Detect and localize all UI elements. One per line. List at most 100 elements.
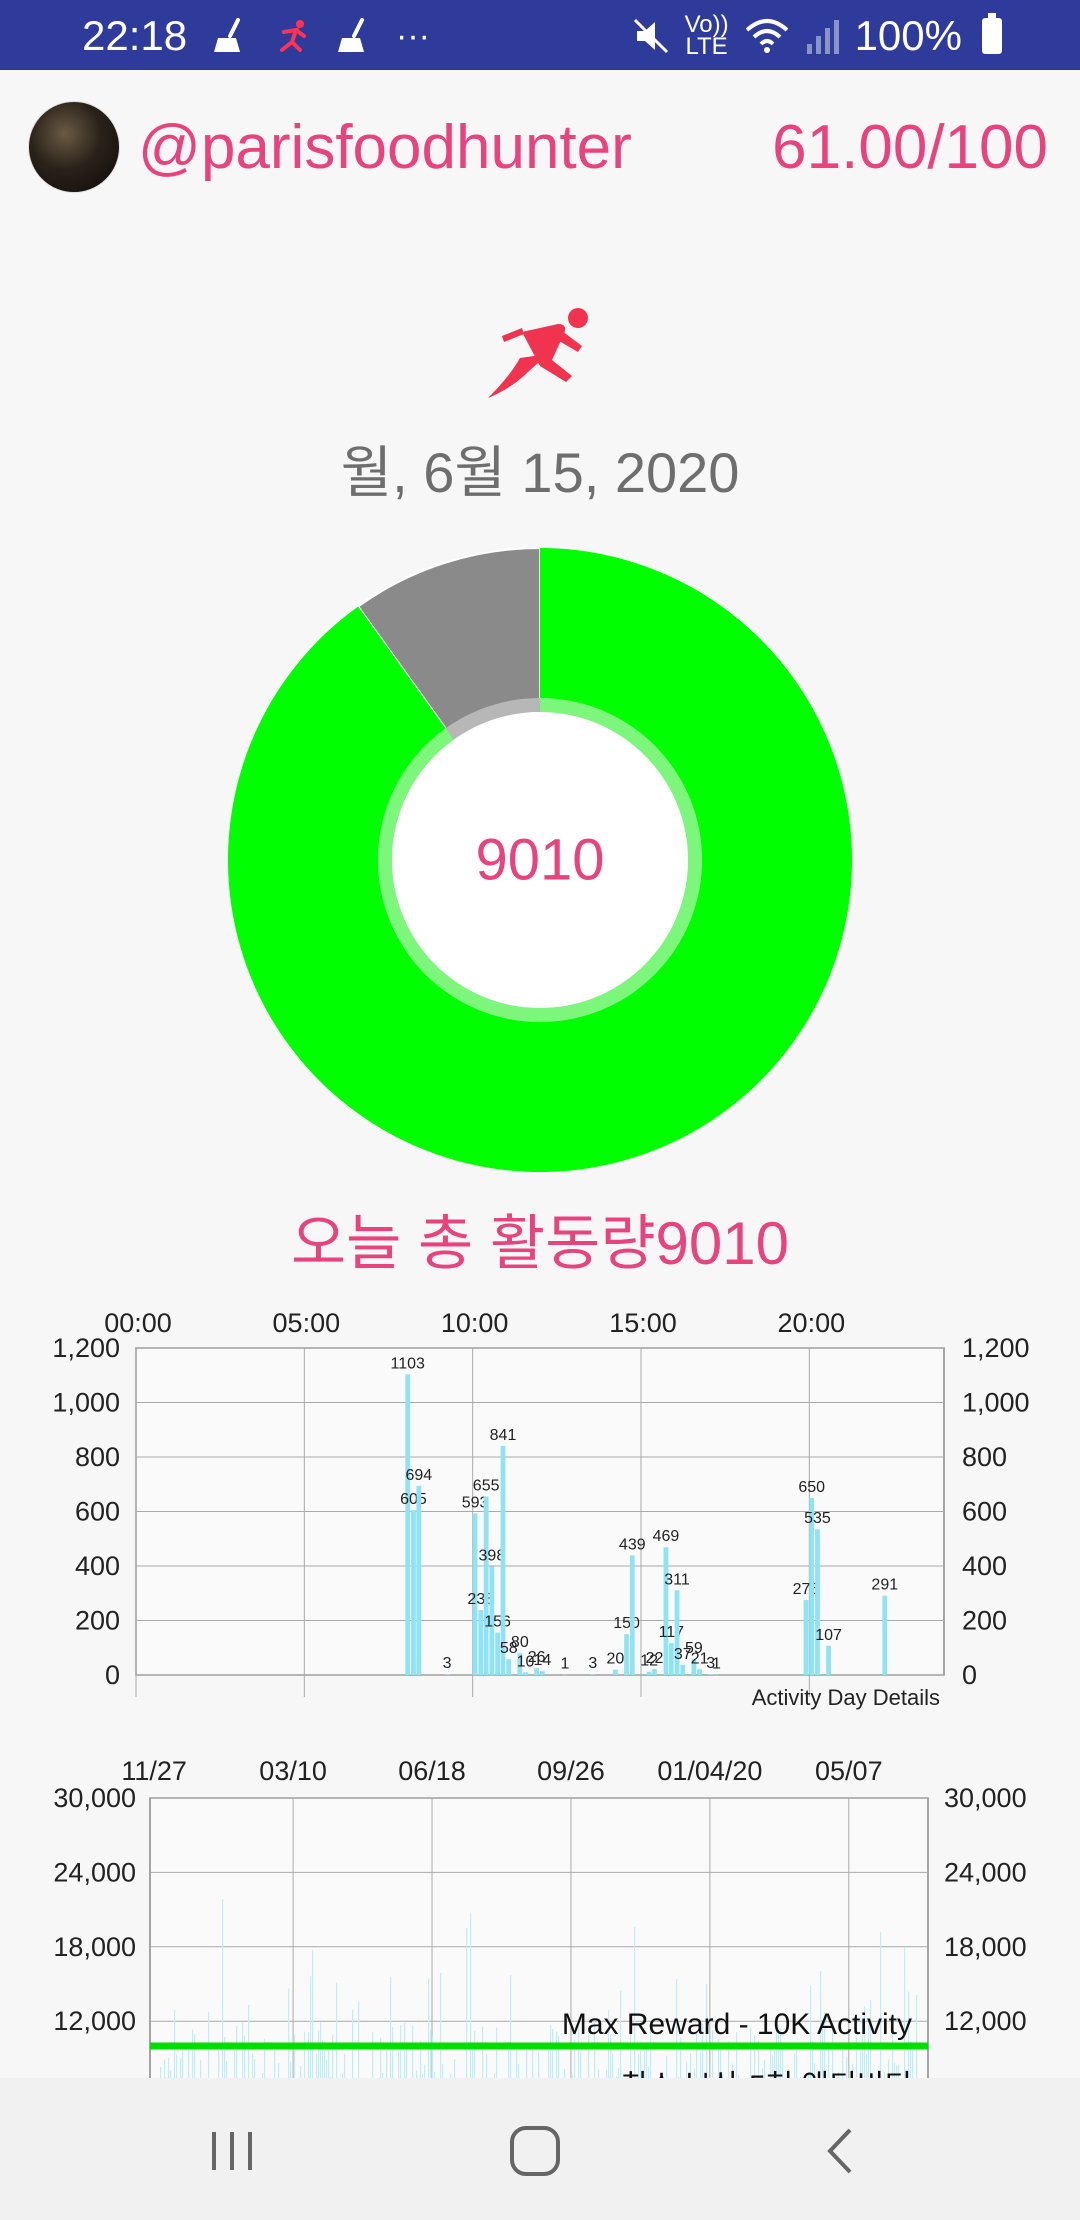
history-chart-bar: [236, 2026, 238, 2080]
history-chart-bar: [310, 1976, 312, 2080]
day-chart-title: Activity Day Details: [752, 1685, 940, 1710]
day-chart-y-tick-right: 200: [962, 1606, 1007, 1636]
history-chart-bar: [516, 2045, 518, 2080]
broom-icon: [214, 18, 240, 52]
history-chart-y-tick-left: 12,000: [53, 2006, 136, 2036]
history-chart-bar: [234, 2050, 236, 2080]
history-chart-bar: [168, 2057, 170, 2080]
recent-apps-button[interactable]: [208, 2128, 258, 2174]
history-chart-bar: [532, 2048, 534, 2080]
history-chart-bar: [880, 1931, 882, 2080]
history-chart-y-tick-right: 30,000: [944, 1783, 1027, 1813]
day-chart-y-tick-right: 1,200: [962, 1333, 1030, 1363]
runner-small-icon: [280, 20, 306, 52]
history-chart-bar: [192, 2029, 194, 2080]
day-chart-bar-label: 311: [664, 1571, 690, 1588]
day-chart-bar: [562, 1674, 568, 1676]
day-chart-bar: [483, 1496, 489, 1675]
volte-indicator: Vo)) LTE: [684, 11, 729, 60]
home-button[interactable]: [508, 2124, 562, 2178]
history-chart-bar: [326, 2060, 328, 2080]
history-chart-bar: [406, 2044, 408, 2080]
day-chart-bar-label: 117: [659, 1624, 685, 1641]
username: @parisfoodhunter: [138, 113, 632, 182]
day-chart-bar-label: 1: [712, 1656, 721, 1673]
history-chart-bar: [548, 2047, 550, 2080]
history-chart-bar: [200, 2059, 202, 2080]
day-chart-bar-label: 1: [560, 1656, 569, 1673]
day-chart-bar: [478, 1610, 484, 1675]
day-chart-y-tick-left: 0: [105, 1660, 120, 1690]
day-chart-bar: [697, 1669, 702, 1675]
day-chart-bar-label: 156: [484, 1613, 511, 1630]
battery-icon: [982, 13, 1002, 54]
avatar[interactable]: [28, 101, 120, 193]
runner-icon: [488, 308, 588, 398]
day-chart-y-tick-right: 400: [962, 1551, 1007, 1581]
history-chart-bar: [496, 2027, 498, 2080]
history-chart-bar: [312, 1949, 314, 2080]
day-chart-bar: [882, 1595, 888, 1675]
day-chart-y-tick-left: 200: [75, 1606, 120, 1636]
day-chart-x-tick: 05:00: [273, 1308, 341, 1338]
day-chart-bar: [416, 1485, 422, 1675]
history-chart-bar: [474, 2030, 476, 2080]
day-chart-bar: [411, 1510, 416, 1675]
history-chart-x-tick: 06/18: [398, 1756, 466, 1786]
history-chart-bar: [332, 2034, 334, 2080]
day-chart-bar-label: 605: [400, 1491, 427, 1508]
day-chart-bar-label: 3: [588, 1655, 597, 1672]
day-chart-bar-label: 439: [619, 1536, 646, 1553]
battery-percent: 100%: [854, 12, 962, 59]
day-chart-bar-label: 80: [511, 1634, 529, 1651]
day-chart-bar-label: 469: [653, 1528, 680, 1545]
history-chart-y-tick-left: 24,000: [53, 1857, 136, 1887]
day-chart-y-tick-right: 0: [962, 1660, 977, 1690]
history-chart-bar: [254, 2059, 256, 2080]
history-chart-bar: [510, 1975, 512, 2080]
history-chart-bar: [526, 2045, 528, 2080]
score: 61.00/100: [772, 113, 1048, 182]
status-time: 22:18: [82, 12, 188, 59]
day-chart-bar: [629, 1555, 635, 1675]
day-chart-bar: [523, 1672, 528, 1675]
history-chart-bar: [194, 2034, 196, 2080]
more-notifications-icon: ···: [396, 16, 430, 55]
history-chart-bar: [634, 1927, 636, 2080]
history-chart-bar: [400, 2025, 402, 2080]
history-chart-bar: [274, 2044, 276, 2080]
history-chart-x-tick: 01/04/20: [657, 1756, 762, 1786]
day-chart-bar: [663, 1547, 669, 1675]
activity-history-chart: 6,0006,00012,00012,00018,00018,00024,000…: [53, 1756, 1027, 2080]
day-chart-bar: [444, 1674, 450, 1675]
donut-center-value: 9010: [475, 828, 604, 893]
day-chart-bar-label: 694: [405, 1467, 432, 1484]
day-chart-bar-label: 14: [533, 1652, 551, 1669]
day-chart-bar-label: 650: [798, 1479, 825, 1496]
history-chart-y-tick-left: 30,000: [53, 1783, 136, 1813]
navigation-bar: [0, 2078, 1080, 2220]
history-chart-bar: [244, 2035, 246, 2080]
history-chart-bar: [164, 2059, 166, 2080]
day-chart-y-tick-right: 800: [962, 1442, 1007, 1472]
history-chart-bar: [538, 2051, 540, 2080]
history-chart-bar: [430, 2029, 432, 2080]
history-chart-bar: [328, 2049, 330, 2080]
back-button[interactable]: [820, 2126, 860, 2176]
day-chart-bar: [506, 1659, 512, 1675]
history-chart-bar: [336, 1982, 338, 2080]
history-chart-bar: [550, 2024, 552, 2080]
history-chart-bar: [556, 2031, 558, 2080]
history-chart-bar: [912, 2045, 914, 2080]
day-chart-y-tick-left: 1,000: [52, 1388, 120, 1418]
day-chart-x-tick: 00:00: [104, 1308, 172, 1338]
day-chart-bar-label: 20: [607, 1651, 625, 1668]
history-chart-bar: [218, 2049, 220, 2080]
history-chart-bar: [288, 1988, 290, 2080]
history-chart-bar: [316, 2054, 318, 2080]
wifi-icon: [745, 19, 788, 53]
day-chart-x-tick: 20:00: [778, 1308, 846, 1338]
history-chart-bar: [320, 2022, 322, 2080]
history-chart-bar: [440, 1972, 442, 2080]
history-chart-bar: [916, 1994, 918, 2080]
